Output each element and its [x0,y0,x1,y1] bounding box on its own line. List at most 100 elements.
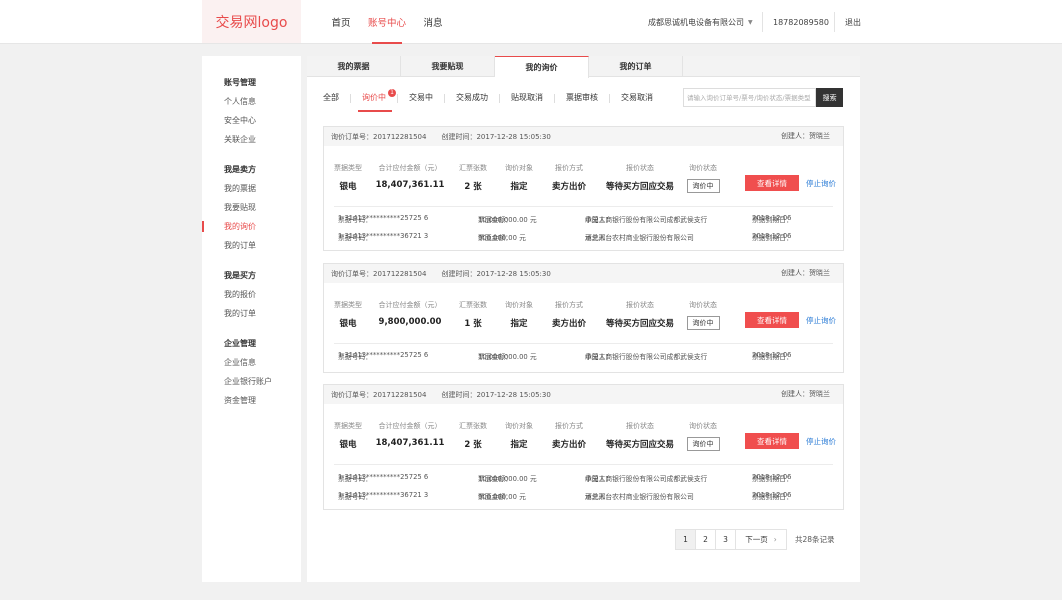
created-time: 2017-12-28 15:05:30 [476,269,551,278]
filter-divider [499,93,500,103]
filter-success[interactable]: 交易成功 [456,86,488,110]
company-dropdown[interactable]: 成都思诚机电设备有限公司 ▼ [648,0,753,44]
acceptor-value: 中国工商银行股份有限公司成都武侯支行 [585,353,708,361]
quote-status: 等待买方回应交易 [605,182,674,192]
sidebar-item-company-info[interactable]: 企业信息 [202,353,301,372]
pagination: 1 2 3 下一页 › 共28条记录 [675,529,835,550]
order-no-label: 询价订单号： [331,390,373,399]
sidebar-item-my-inquiries[interactable]: 我的询价 [202,217,301,236]
col-label: 报价方式 [555,422,583,430]
search-input[interactable] [683,88,817,107]
search-button[interactable]: 搜索 [816,88,843,107]
sidebar-item-profile[interactable]: 个人信息 [202,92,301,111]
filter-all[interactable]: 全部 [323,86,339,110]
tab-bar: 我的票据 我要贴现 我的询价 我的订单 [307,56,860,78]
face-amount-value: 900,000.00 元 [478,493,526,501]
card-divider [334,343,833,344]
view-details-button[interactable]: 查看详情 [745,175,799,191]
search-bar: 搜索 [683,88,843,107]
inquiry-status-badge: 询价中 [686,179,720,193]
nav-messages[interactable]: 消息 [410,0,456,44]
face-amount-value: 900,000.00 元 [478,234,526,242]
sidebar-item-my-bills[interactable]: 我的票据 [202,179,301,198]
tab-my-bills[interactable]: 我的票据 [307,56,401,77]
col-bill-type: 票据类型 银电 [330,421,366,450]
page-3-button[interactable]: 3 [715,529,736,550]
order-no: 201712281504 [373,269,427,278]
col-label: 汇票张数 [459,301,487,309]
creator: 创建人：贺晓兰 [781,127,830,146]
sidebar-item-discount[interactable]: 我要贴现 [202,198,301,217]
order-no: 201712281504 [373,390,427,399]
filter-discount-cancelled[interactable]: 贴现取消 [511,86,543,110]
stop-inquiry-link[interactable]: 停止询价 [806,436,836,447]
nav-account-center[interactable]: 账号中心 [364,0,410,44]
creator-label: 创建人： [781,132,809,140]
sidebar-item-my-quotes[interactable]: 我的报价 [202,285,301,304]
sidebar: 账号管理 个人信息 安全中心 关联企业 我是卖方 我的票据 我要贴现 我的询价 … [202,56,301,582]
sidebar-item-bank-account[interactable]: 企业银行账户 [202,372,301,391]
page-2-button[interactable]: 2 [695,529,716,550]
quote-status: 等待买方回应交易 [605,319,674,329]
bill-type: 银电 [339,440,357,450]
tab-my-inquiries[interactable]: 我的询价 [495,56,589,78]
due-date-value: 2018-12-06 [752,473,792,481]
col-label: 报价状态 [626,164,654,172]
order-no-label: 询价订单号： [331,132,373,141]
filter-inquiring[interactable]: 询价中 1 [358,86,396,112]
col-label: 合计应付金额（元） [378,422,442,430]
card-header: 询价订单号： 201712281504 创建时间： 2017-12-28 15:05… [324,385,843,404]
view-details-button[interactable]: 查看详情 [745,433,799,449]
col-bill-type: 票据类型 银电 [330,163,366,192]
filter-trade-cancelled[interactable]: 交易取消 [621,86,653,110]
main-panel: 我的票据 我要贴现 我的询价 我的订单 全部 询价中 1 交易中 交易成功 贴现… [307,56,860,582]
sidebar-item-security[interactable]: 安全中心 [202,111,301,130]
sidebar-item-buyer-orders[interactable]: 我的订单 [202,304,301,323]
next-page-button[interactable]: 下一页 › [735,529,787,550]
col-quote-method: 报价方式 卖方出价 [548,300,590,329]
filter-divider [350,93,351,103]
nav-home[interactable]: 首页 [318,0,364,44]
view-details-button[interactable]: 查看详情 [745,312,799,328]
sidebar-group-buyer: 我是买方 我的报价 我的订单 [202,266,301,323]
col-label: 票据类型 [334,164,362,172]
stop-inquiry-link[interactable]: 停止询价 [806,315,836,326]
page-1-button[interactable]: 1 [675,529,696,550]
col-inquiry-status: 询价状态 询价中 [679,163,727,193]
next-page-label: 下一页 [745,535,768,544]
bill-row: 票据号码： 1 31413**********36721 3 票面金额： 900,0… [324,232,845,246]
site-logo[interactable]: 交易网logo [202,0,301,43]
tab-discount[interactable]: 我要贴现 [401,56,495,77]
creator-name: 贺晓兰 [809,269,830,277]
created-label: 创建时间： [441,390,477,399]
col-bill-count: 汇票张数 2 张 [455,421,491,450]
filter-bill-review[interactable]: 票据审核 [566,86,598,110]
inquiry-card: 询价订单号： 201712281504 创建时间： 2017-12-28 15:05… [323,126,844,251]
due-date-value: 2018-12-06 [752,351,792,359]
col-label: 报价方式 [555,164,583,172]
col-inquiry-target: 询价对象 指定 [500,421,538,450]
sidebar-item-linked-company[interactable]: 关联企业 [202,130,301,149]
logout-link[interactable]: 退出 [845,0,861,44]
sidebar-item-seller-orders[interactable]: 我的订单 [202,236,301,255]
inquiry-target: 指定 [510,319,528,329]
bill-row: 票据号码： 1 31413**********36721 3 票面金额： 900,0… [324,491,845,505]
status-filters: 全部 询价中 1 交易中 交易成功 贴现取消 票据审核 交易取消 [323,86,653,112]
filter-trading[interactable]: 交易中 [409,86,433,110]
sidebar-group-title: 账号管理 [224,78,256,87]
sidebar-group-title: 企业管理 [224,339,256,348]
col-label: 询价状态 [689,422,717,430]
inquiry-status-badge: 询价中 [686,316,720,330]
inquiry-target: 指定 [510,182,528,192]
creator-name: 贺晓兰 [809,390,830,398]
stop-inquiry-link[interactable]: 停止询价 [806,178,836,189]
acceptor-value: 河北邢台农村商业银行股份有限公司 [585,493,694,501]
tab-my-orders[interactable]: 我的订单 [589,56,683,77]
bill-type: 银电 [339,182,357,192]
sidebar-item-funds[interactable]: 资金管理 [202,391,301,410]
col-inquiry-status: 询价状态 询价中 [679,421,727,451]
count-badge: 1 [388,89,396,97]
card-header: 询价订单号： 201712281504 创建时间： 2017-12-28 15:05… [324,127,843,146]
total-records: 共28条记录 [795,535,835,544]
bill-row: 票据号码： 1 31413**********25725 6 票面金额： 10,00… [324,351,845,365]
